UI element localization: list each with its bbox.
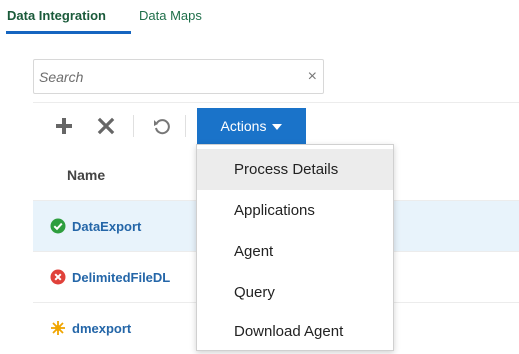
tab-data-maps[interactable]: Data Maps [139, 8, 202, 23]
menu-item-process-details[interactable]: Process Details [197, 149, 393, 190]
tab-bar: Data Integration Data Maps [0, 0, 519, 36]
success-check-icon [50, 218, 66, 234]
actions-button[interactable]: Actions [197, 108, 306, 144]
toolbar-separator [133, 115, 134, 137]
menu-item-agent[interactable]: Agent [197, 231, 393, 272]
menu-item-query[interactable]: Query [197, 272, 393, 313]
toolbar: Actions [33, 102, 519, 148]
toolbar-separator [185, 115, 186, 137]
menu-item-download-agent[interactable]: Download Agent [197, 311, 393, 352]
actions-dropdown-menu: Process Details Applications Agent Query… [196, 144, 394, 351]
row-name-link[interactable]: DelimitedFileDL [72, 270, 170, 285]
pending-sunburst-icon [50, 320, 66, 336]
refresh-icon[interactable] [151, 115, 173, 137]
tab-data-integration[interactable]: Data Integration [7, 8, 106, 23]
caret-down-icon [272, 123, 283, 130]
plus-icon[interactable] [53, 115, 75, 137]
column-header-name[interactable]: Name [67, 167, 105, 183]
clear-search-icon[interactable]: × [308, 68, 317, 86]
error-x-icon [50, 269, 66, 285]
row-name-link[interactable]: DataExport [72, 219, 141, 234]
row-name-link[interactable]: dmexport [72, 321, 131, 336]
x-icon[interactable] [95, 115, 117, 137]
active-tab-indicator [6, 31, 131, 34]
menu-item-applications[interactable]: Applications [197, 190, 393, 231]
search-input[interactable] [34, 60, 294, 93]
search-box: × [33, 59, 324, 94]
actions-button-label: Actions [220, 118, 267, 134]
